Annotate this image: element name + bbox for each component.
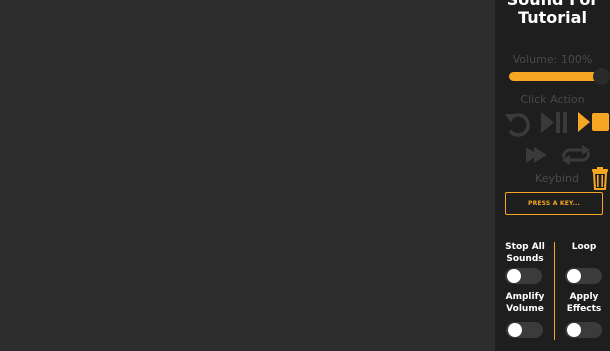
sound-settings-panel: Sound For Tutorial Volume: 100% Click Ac… bbox=[495, 0, 610, 351]
options-divider bbox=[554, 242, 555, 340]
press-a-key-button[interactable]: PRESS A KEY... bbox=[505, 192, 603, 215]
volume-slider-thumb[interactable] bbox=[593, 68, 610, 85]
amplify-volume-label-line1: Amplify bbox=[505, 292, 545, 302]
fast-forward-icon[interactable] bbox=[525, 146, 549, 164]
loop-label: Loop bbox=[559, 241, 609, 253]
panel-title: Sound For Tutorial bbox=[495, 0, 610, 27]
stop-all-sounds-label-line2: Sounds bbox=[506, 254, 544, 264]
repeat-icon[interactable] bbox=[560, 145, 592, 165]
main-canvas bbox=[0, 0, 495, 351]
keybind-label: Keybind bbox=[535, 172, 579, 185]
toggle-knob bbox=[567, 323, 581, 337]
apply-effects-label: Apply Effects bbox=[559, 291, 609, 315]
panel-title-line2: Tutorial bbox=[518, 8, 587, 27]
stop-all-sounds-label: Stop All Sounds bbox=[500, 241, 550, 265]
loop-label-line1: Loop bbox=[571, 242, 597, 252]
trash-icon[interactable] bbox=[592, 167, 608, 190]
play-stop-icon[interactable] bbox=[577, 111, 609, 133]
amplify-volume-label: Amplify Volume bbox=[500, 291, 550, 315]
toggle-knob bbox=[508, 323, 522, 337]
toggle-knob bbox=[507, 269, 521, 283]
undo-icon[interactable] bbox=[503, 108, 533, 138]
play-pause-icon[interactable] bbox=[540, 110, 570, 135]
apply-effects-label-line1: Apply bbox=[569, 292, 599, 302]
click-action-label: Click Action bbox=[520, 93, 585, 106]
amplify-volume-toggle[interactable] bbox=[506, 322, 543, 338]
volume-slider[interactable] bbox=[509, 68, 610, 85]
amplify-volume-label-line2: Volume bbox=[506, 304, 544, 314]
apply-effects-label-line2: Effects bbox=[566, 304, 602, 314]
volume-slider-fill bbox=[509, 72, 601, 81]
loop-toggle[interactable] bbox=[565, 268, 602, 284]
stop-all-sounds-label-line1: Stop All bbox=[505, 242, 545, 252]
toggle-knob bbox=[567, 269, 581, 283]
volume-label: Volume: 100% bbox=[512, 53, 593, 66]
apply-effects-toggle[interactable] bbox=[565, 322, 602, 338]
stop-all-sounds-toggle[interactable] bbox=[505, 268, 542, 284]
